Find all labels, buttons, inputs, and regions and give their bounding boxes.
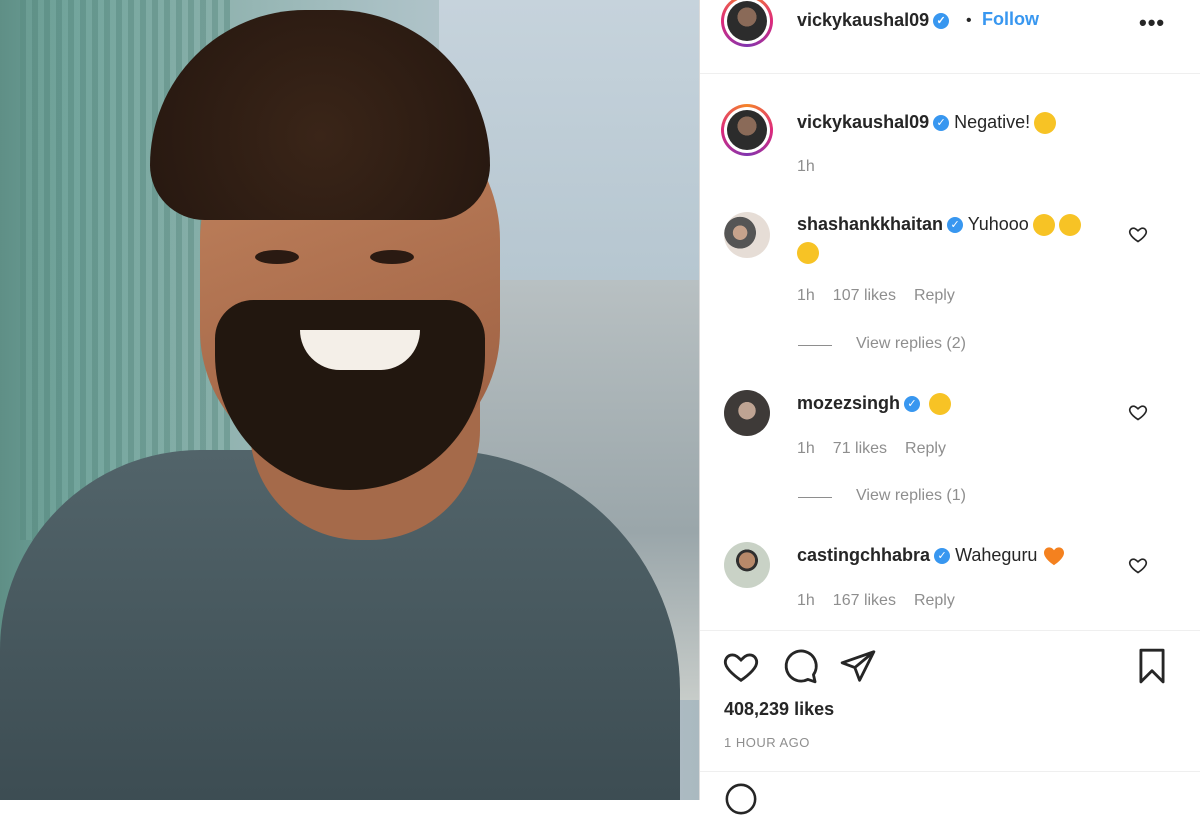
author-username-text[interactable]: vickykaushal09 — [797, 10, 929, 30]
add-comment-row — [700, 771, 1200, 815]
author-avatar[interactable] — [721, 0, 773, 47]
reply-button[interactable]: Reply — [914, 592, 955, 609]
more-options-icon[interactable]: ••• — [1139, 10, 1165, 36]
divider — [798, 345, 832, 346]
comment-text: Yuhooo — [967, 214, 1029, 234]
likes-count[interactable]: 408,239 likes — [724, 699, 834, 720]
view-replies-button[interactable]: View replies (1) — [856, 487, 966, 505]
emoji-picker-icon[interactable] — [724, 782, 758, 816]
comment-heart-icon[interactable] — [1128, 224, 1148, 244]
list-item: castingchhabra ✓ Waheguru — [797, 545, 1065, 566]
post-side-panel: vickykaushal09 ✓ • Follow ••• vickykausha… — [699, 0, 1200, 815]
comment-time[interactable]: 1h — [797, 287, 815, 304]
verified-badge-icon: ✓ — [933, 115, 950, 132]
caption-text: Negative! — [954, 112, 1031, 132]
caption-avatar[interactable] — [721, 104, 773, 156]
comment-likes[interactable]: 107 likes — [833, 287, 896, 304]
verified-badge-icon: ✓ — [947, 217, 964, 234]
comment-bubble-icon[interactable] — [781, 647, 819, 685]
post-timestamp[interactable]: 1 HOUR AGO — [724, 735, 810, 750]
comment-meta: 1h 167 likes Reply — [797, 592, 973, 610]
verified-badge-icon: ✓ — [934, 548, 951, 565]
comment-text: Waheguru — [955, 545, 1038, 565]
view-replies-button[interactable]: View replies (2) — [856, 335, 966, 353]
reply-button[interactable]: Reply — [905, 440, 946, 457]
commenter-avatar[interactable] — [724, 542, 770, 588]
comment-username[interactable]: shashankkhaitan — [797, 214, 943, 234]
comment-likes[interactable]: 71 likes — [833, 440, 887, 457]
hugging-face-emoji-icon — [1034, 112, 1057, 135]
post-actions: 408,239 likes 1 HOUR AGO — [700, 630, 1200, 815]
verified-badge-icon: ✓ — [904, 396, 921, 413]
caption-meta: 1h — [797, 158, 833, 176]
author-username[interactable]: vickykaushal09 ✓ — [797, 10, 950, 31]
comment-likes[interactable]: 167 likes — [833, 592, 896, 609]
commenter-avatar[interactable] — [724, 212, 770, 258]
hugging-face-emoji-icon — [929, 393, 952, 416]
comment-heart-icon[interactable] — [1128, 402, 1148, 422]
comment-username[interactable]: mozezsingh — [797, 393, 900, 413]
commenter-avatar[interactable] — [724, 390, 770, 436]
clapping-hands-emoji-icon — [1058, 214, 1081, 237]
follow-button[interactable]: Follow — [982, 9, 1039, 30]
photo-eye-right — [370, 250, 414, 264]
photo-eye-left — [255, 250, 299, 264]
list-item: mozezsingh ✓ — [797, 393, 952, 416]
verified-badge-icon: ✓ — [933, 13, 950, 30]
post-photo[interactable] — [0, 0, 699, 800]
caption-username[interactable]: vickykaushal09 — [797, 112, 929, 132]
clapping-hands-emoji-icon — [1032, 214, 1055, 237]
comment-meta: 1h 71 likes Reply — [797, 440, 964, 458]
comment-username[interactable]: castingchhabra — [797, 545, 930, 565]
comment-time[interactable]: 1h — [797, 440, 815, 457]
caption-time[interactable]: 1h — [797, 158, 815, 175]
comment-wrap — [797, 242, 819, 265]
separator-dot: • — [966, 12, 972, 29]
orange-heart-emoji-icon — [1044, 547, 1065, 566]
comment-heart-icon[interactable] — [1128, 555, 1148, 575]
comment-time[interactable]: 1h — [797, 592, 815, 609]
post-header: vickykaushal09 ✓ • Follow ••• — [700, 0, 1200, 74]
paper-plane-icon[interactable] — [839, 647, 877, 685]
heart-icon[interactable] — [722, 647, 760, 685]
list-item: shashankkhaitan ✓ Yuhooo — [797, 214, 1081, 237]
bookmark-icon[interactable] — [1133, 647, 1171, 685]
reply-button[interactable]: Reply — [914, 287, 955, 304]
divider — [798, 497, 832, 498]
clapping-hands-emoji-icon — [797, 242, 819, 265]
comment-meta: 1h 107 likes Reply — [797, 287, 973, 305]
caption: vickykaushal09 ✓ Negative! — [797, 112, 1057, 135]
